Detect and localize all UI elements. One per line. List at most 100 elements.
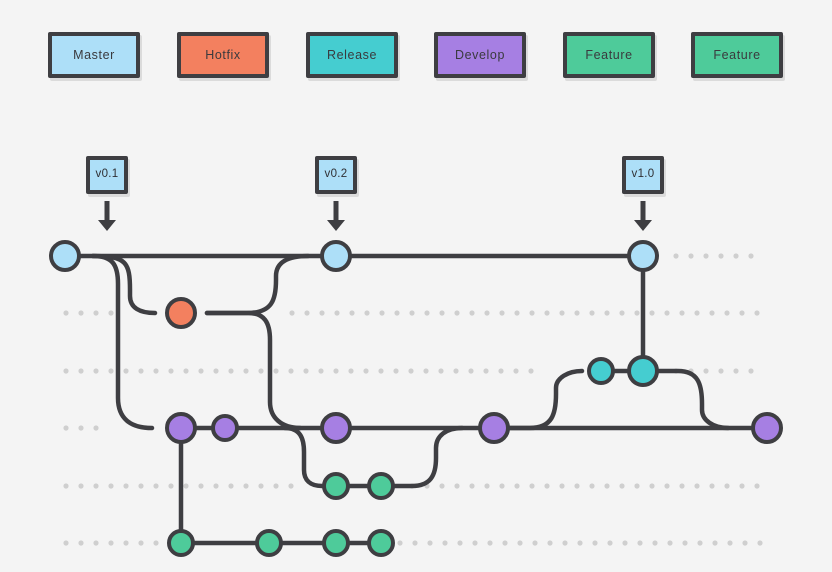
lane-guide-dot <box>499 310 505 316</box>
lane-guide-dot <box>733 253 739 259</box>
lane-guide-dot <box>108 540 114 546</box>
develop-to-feature-a <box>282 425 325 489</box>
lane-guide-dot <box>349 310 355 316</box>
commit-node-fb3[interactable] <box>322 529 350 557</box>
lane-guide-dot <box>604 483 610 489</box>
lane-guide-dot <box>559 483 565 489</box>
lane-guide-dot <box>718 253 724 259</box>
commit-node-fa1[interactable] <box>322 472 350 500</box>
lane-guide-dot <box>442 540 448 546</box>
lane-guide-dot <box>514 310 520 316</box>
commit-node-m1[interactable] <box>49 240 81 272</box>
lane-guide-dot <box>634 483 640 489</box>
lane-guide-dot <box>667 540 673 546</box>
lane-guide-dot <box>712 540 718 546</box>
lane-guide-dot <box>574 310 580 316</box>
commit-node-d5[interactable] <box>751 412 783 444</box>
lane-guide-dot <box>688 253 694 259</box>
lane-guide-dot <box>138 368 144 374</box>
commit-node-fb4[interactable] <box>367 529 395 557</box>
commit-node-d3[interactable] <box>320 412 352 444</box>
commit-node-m3[interactable] <box>627 240 659 272</box>
lane-guide-dot <box>78 425 84 431</box>
lane-guide-dot <box>213 483 219 489</box>
lane-guide-dot <box>709 310 715 316</box>
lane-guide-dot <box>574 483 580 489</box>
lane-guide-dot <box>93 483 99 489</box>
lane-guide-dot <box>757 540 763 546</box>
commit-graph <box>63 253 763 546</box>
lane-guide-dot <box>303 368 309 374</box>
commit-node-m2[interactable] <box>320 240 352 272</box>
lane-guide-dot <box>483 368 489 374</box>
lane-guide-dot <box>547 540 553 546</box>
lane-guide-dot <box>123 483 129 489</box>
commit-node-fb1[interactable] <box>167 529 195 557</box>
lane-guide-dot <box>619 483 625 489</box>
lane-guide-dot <box>423 368 429 374</box>
lane-guide-dot <box>123 368 129 374</box>
lane-guide-dot <box>619 310 625 316</box>
lane-guide-dot <box>679 483 685 489</box>
lane-guide-dot <box>484 310 490 316</box>
lane-guide-dot <box>394 310 400 316</box>
lane-guide-dot <box>273 483 279 489</box>
lane-guide-dot <box>289 310 295 316</box>
lane-guide-dot <box>123 540 129 546</box>
commit-node-d4[interactable] <box>478 412 510 444</box>
lane-guide-dot <box>529 483 535 489</box>
commit-node-fb2[interactable] <box>255 529 283 557</box>
lane-guide-dot <box>532 540 538 546</box>
lane-guide-dot <box>703 368 709 374</box>
release-merge-develop <box>656 368 731 431</box>
lane-guide-dot <box>198 368 204 374</box>
commit-node-d1[interactable] <box>165 412 197 444</box>
lane-guide-dot <box>318 368 324 374</box>
lane-guide-dot <box>213 368 219 374</box>
lane-guide-dot <box>288 368 294 374</box>
lane-guide-dot <box>733 368 739 374</box>
lane-guide-dot <box>577 540 583 546</box>
master-to-hotfix-branch <box>90 253 158 316</box>
lane-guide-dot <box>727 540 733 546</box>
lane-guide-dot <box>258 483 264 489</box>
lane-guide-dot <box>517 540 523 546</box>
gitflow-diagram: Master Hotfix Release Develop Feature Feature… <box>0 0 832 572</box>
lane-guide-dot <box>108 368 114 374</box>
lane-guide-dot <box>649 310 655 316</box>
lane-guide-dot <box>78 540 84 546</box>
develop-to-release <box>507 368 585 431</box>
lane-guide-dot <box>454 310 460 316</box>
lane-guide-dot <box>637 540 643 546</box>
commit-node-r2[interactable] <box>627 355 659 387</box>
lane-guide-dot <box>484 483 490 489</box>
lane-guide-dot <box>379 310 385 316</box>
lane-guide-dot <box>363 368 369 374</box>
lane-guide-dot <box>529 310 535 316</box>
lane-guide-dot <box>63 540 69 546</box>
lane-guide-dot <box>438 368 444 374</box>
lane-guide-dot <box>457 540 463 546</box>
lane-guide-dot <box>393 368 399 374</box>
lane-guide-dot <box>243 368 249 374</box>
lane-guide-dot <box>453 368 459 374</box>
lane-guide-dot <box>427 540 433 546</box>
lane-guide-dot <box>514 483 520 489</box>
lane-guide-dot <box>673 253 679 259</box>
lane-guide-dot <box>469 310 475 316</box>
lane-guide-dot <box>93 540 99 546</box>
lane-guide-dot <box>63 425 69 431</box>
commit-node-r1[interactable] <box>587 357 615 385</box>
lane-guide-dot <box>634 310 640 316</box>
lane-guide-dot <box>63 483 69 489</box>
commit-node-h1[interactable] <box>165 297 197 329</box>
lane-guide-dot <box>63 310 69 316</box>
lane-guide-dot <box>498 368 504 374</box>
lane-guide-dot <box>748 368 754 374</box>
commit-node-d2[interactable] <box>211 414 239 442</box>
lane-guide-dot <box>724 483 730 489</box>
lane-guide-dot <box>153 368 159 374</box>
lane-guide-dot <box>468 368 474 374</box>
lane-guide-dot <box>258 368 264 374</box>
commit-node-fa2[interactable] <box>367 472 395 500</box>
